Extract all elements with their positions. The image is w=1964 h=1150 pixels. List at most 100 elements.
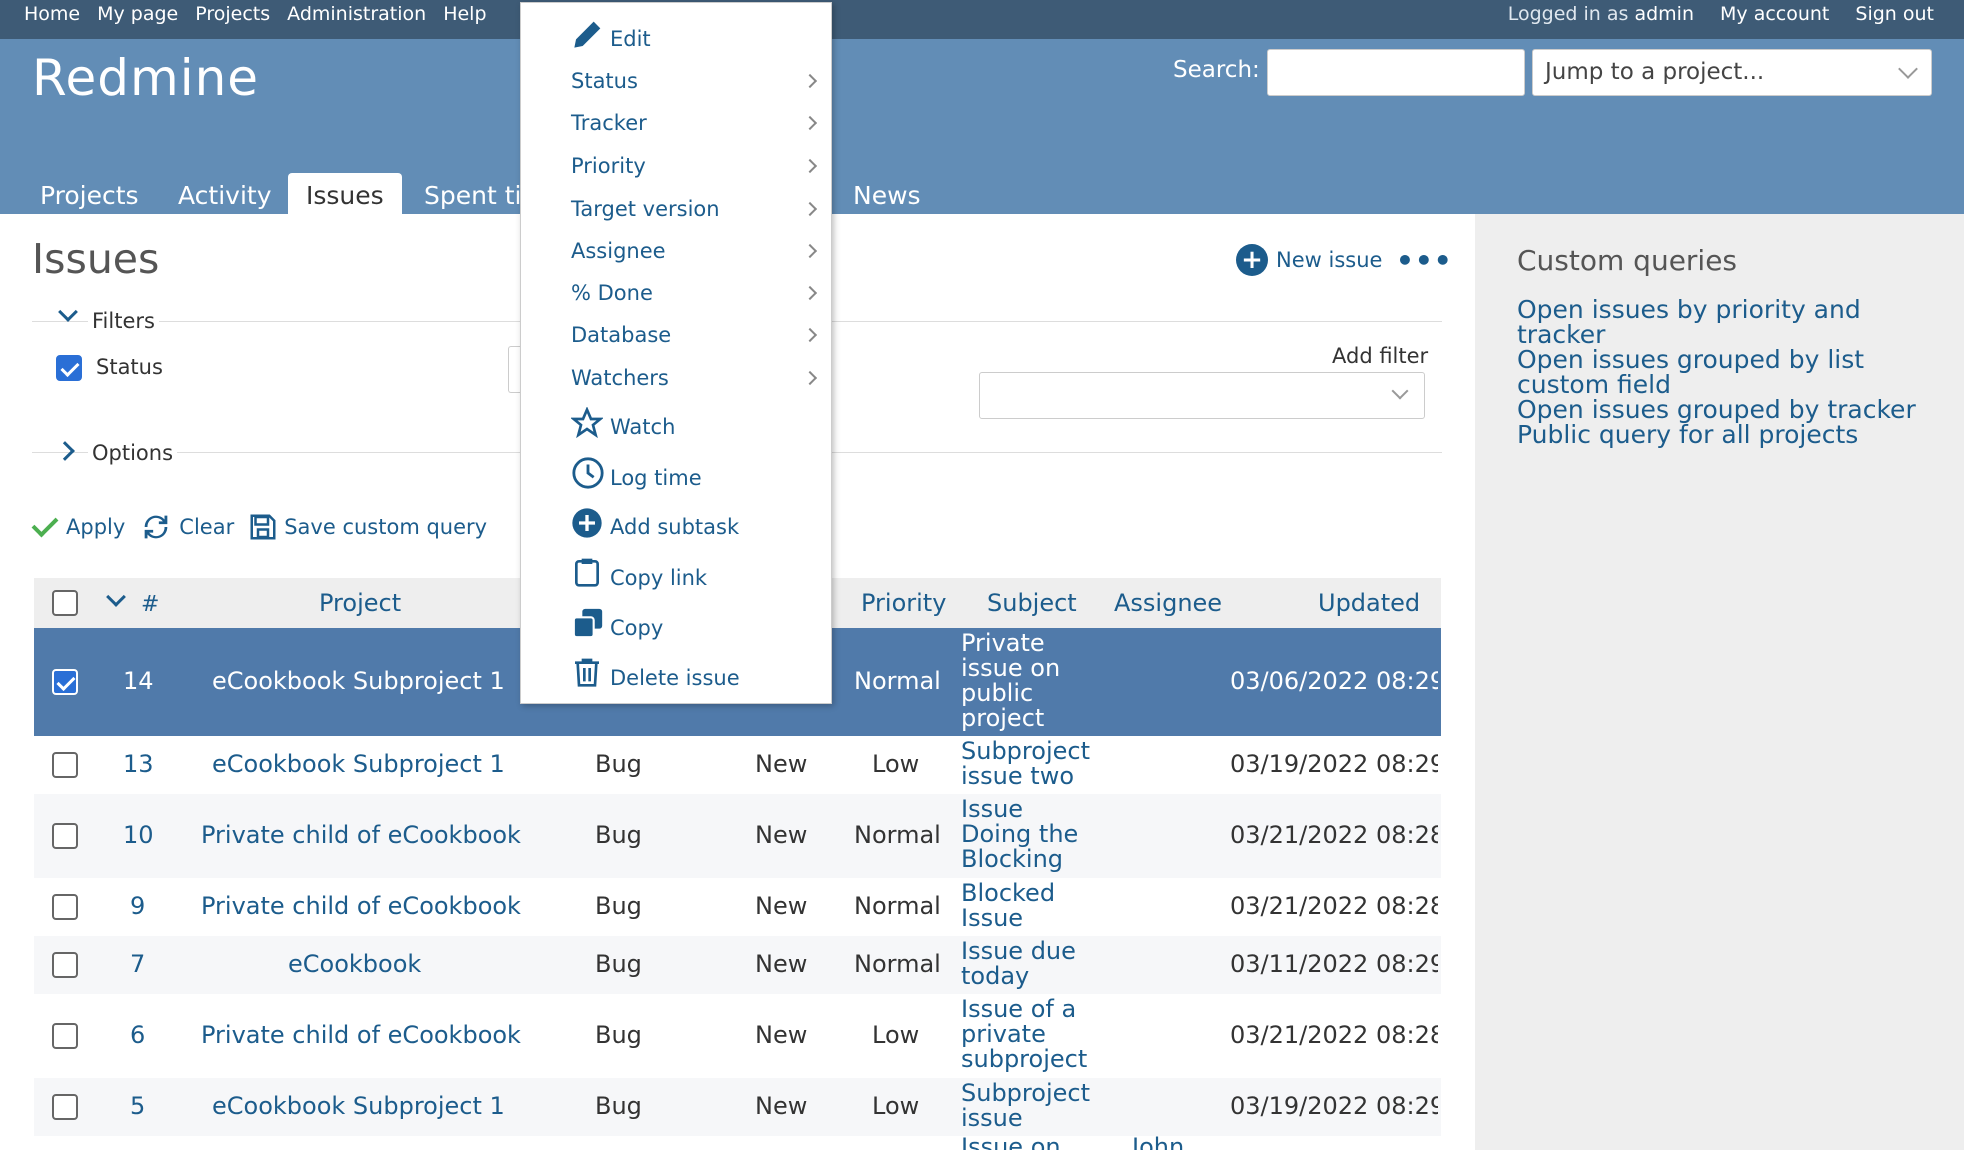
context-menu-delete-issue[interactable]: Delete issue bbox=[610, 666, 740, 690]
table-row[interactable]: Issue on John bbox=[34, 1136, 1441, 1150]
issue-updated: 03/21/2022 08:28 bbox=[1230, 821, 1438, 849]
issue-subject[interactable]: Private issue on public project bbox=[961, 631, 1091, 731]
copy-icon bbox=[572, 608, 603, 639]
context-menu-copy[interactable]: Copy bbox=[610, 616, 663, 640]
options-legend[interactable]: Options bbox=[88, 441, 178, 465]
issue-subject[interactable]: Issue on bbox=[961, 1136, 1061, 1150]
issue-subject[interactable]: Issue Doing the Blocking bbox=[961, 797, 1091, 872]
issue-project[interactable]: eCookbook Subproject 1 bbox=[212, 750, 505, 778]
issue-subject[interactable]: Subproject issue two bbox=[961, 739, 1091, 789]
tab-news[interactable]: News bbox=[835, 173, 939, 214]
context-menu-status[interactable]: Status bbox=[571, 69, 638, 93]
tab-issues[interactable]: Issues bbox=[288, 173, 402, 214]
column-header-assignee[interactable]: Assignee bbox=[1114, 589, 1222, 617]
custom-query-link[interactable]: Open issues by priority and tracker bbox=[1517, 297, 1947, 347]
issue-project[interactable]: eCookbook Subproject 1 bbox=[212, 667, 505, 695]
search-label: Search: bbox=[1173, 57, 1260, 83]
chevron-down-icon[interactable] bbox=[106, 587, 126, 607]
issue-project[interactable]: eCookbook Subproject 1 bbox=[212, 1092, 505, 1120]
table-row[interactable]: 7 eCookbook Bug New Normal Issue due tod… bbox=[34, 936, 1441, 994]
clock-icon bbox=[572, 457, 604, 489]
custom-query-link[interactable]: Public query for all projects bbox=[1517, 422, 1947, 447]
table-row[interactable]: 6 Private child of eCookbook Bug New Low… bbox=[34, 994, 1441, 1078]
context-menu-watch[interactable]: Watch bbox=[610, 415, 675, 439]
row-checkbox[interactable] bbox=[52, 669, 78, 695]
context-menu-target-version[interactable]: Target version bbox=[571, 197, 720, 221]
issue-id[interactable]: 10 bbox=[123, 821, 154, 849]
apply-button[interactable]: Apply bbox=[31, 510, 125, 542]
row-checkbox[interactable] bbox=[52, 752, 78, 778]
issue-tracker: Bug bbox=[595, 892, 642, 920]
tab-projects[interactable]: Projects bbox=[22, 173, 157, 214]
row-checkbox[interactable] bbox=[52, 823, 78, 849]
issue-id[interactable]: 14 bbox=[123, 667, 154, 695]
issue-id[interactable]: 5 bbox=[130, 1092, 145, 1120]
row-checkbox[interactable] bbox=[52, 1094, 78, 1120]
chevron-right-icon[interactable] bbox=[55, 441, 75, 461]
column-header-priority[interactable]: Priority bbox=[861, 589, 946, 617]
column-header-project[interactable]: Project bbox=[319, 589, 401, 617]
context-menu-edit[interactable]: Edit bbox=[610, 27, 651, 51]
top-menu-my-page[interactable]: My page bbox=[97, 3, 178, 25]
issue-project[interactable]: Private child of eCookbook bbox=[201, 892, 521, 920]
issue-project[interactable]: eCookbook bbox=[288, 950, 421, 978]
context-menu-add-subtask[interactable]: Add subtask bbox=[610, 515, 739, 539]
clipboard-icon bbox=[575, 558, 599, 587]
jump-to-project-select[interactable]: Jump to a project... bbox=[1532, 49, 1932, 96]
context-menu-database[interactable]: Database bbox=[571, 323, 671, 347]
top-menu-home[interactable]: Home bbox=[24, 3, 80, 25]
row-checkbox[interactable] bbox=[52, 894, 78, 920]
context-menu-copy-link[interactable]: Copy link bbox=[610, 566, 707, 590]
filters-legend[interactable]: Filters bbox=[88, 309, 159, 333]
save-query-button[interactable]: Save custom query bbox=[248, 512, 487, 542]
top-menu-projects[interactable]: Projects bbox=[195, 3, 270, 25]
add-filter-select[interactable] bbox=[979, 372, 1425, 419]
search-input[interactable] bbox=[1267, 49, 1525, 96]
table-row[interactable]: 9 Private child of eCookbook Bug New Nor… bbox=[34, 878, 1441, 936]
issue-subject[interactable]: Issue due today bbox=[961, 939, 1091, 989]
issue-id[interactable]: 6 bbox=[130, 1021, 145, 1049]
context-menu-tracker[interactable]: Tracker bbox=[571, 111, 647, 135]
issue-assignee[interactable]: John bbox=[1132, 1136, 1184, 1150]
table-row[interactable]: 5 eCookbook Subproject 1 Bug New Low Sub… bbox=[34, 1078, 1441, 1136]
tab-activity[interactable]: Activity bbox=[160, 173, 290, 214]
custom-query-link[interactable]: Open issues grouped by tracker bbox=[1517, 397, 1947, 422]
clear-button[interactable]: Clear bbox=[139, 510, 234, 544]
issue-id[interactable]: 9 bbox=[130, 892, 145, 920]
issue-subject[interactable]: Issue of a private subproject bbox=[961, 997, 1091, 1072]
select-all-checkbox[interactable] bbox=[52, 590, 78, 616]
issue-status: New bbox=[755, 1092, 808, 1120]
user-link[interactable]: admin bbox=[1634, 3, 1694, 25]
issue-subject[interactable]: Subproject issue bbox=[961, 1081, 1091, 1131]
issue-id[interactable]: 7 bbox=[130, 950, 145, 978]
table-row[interactable]: 10 Private child of eCookbook Bug New No… bbox=[34, 794, 1441, 878]
context-menu-done-ratio[interactable]: % Done bbox=[571, 281, 653, 305]
column-header-number[interactable]: # bbox=[141, 592, 159, 617]
issue-tracker: Bug bbox=[595, 1092, 642, 1120]
top-menu-administration[interactable]: Administration bbox=[287, 3, 426, 25]
issue-subject[interactable]: Blocked Issue bbox=[961, 881, 1091, 931]
row-checkbox[interactable] bbox=[52, 952, 78, 978]
context-menu-priority[interactable]: Priority bbox=[571, 154, 646, 178]
issue-priority: Normal bbox=[854, 950, 941, 978]
context-menu-assignee[interactable]: Assignee bbox=[571, 239, 666, 263]
table-row[interactable]: 13 eCookbook Subproject 1 Bug New Low Su… bbox=[34, 736, 1441, 794]
chevron-down-icon[interactable] bbox=[58, 302, 78, 322]
sign-out-link[interactable]: Sign out bbox=[1855, 3, 1934, 25]
column-header-subject[interactable]: Subject bbox=[987, 589, 1077, 617]
column-header-updated[interactable]: Updated bbox=[1318, 589, 1420, 617]
issue-status: New bbox=[755, 750, 808, 778]
custom-query-link[interactable]: Open issues grouped by list custom field bbox=[1517, 347, 1947, 397]
issue-project[interactable]: Private child of eCookbook bbox=[201, 821, 521, 849]
top-menu-help[interactable]: Help bbox=[443, 3, 486, 25]
row-checkbox[interactable] bbox=[52, 1023, 78, 1049]
new-issue-button[interactable]: + New issue bbox=[1236, 244, 1382, 276]
issue-id[interactable]: 13 bbox=[123, 750, 154, 778]
my-account-link[interactable]: My account bbox=[1720, 3, 1829, 25]
star-icon bbox=[571, 407, 603, 439]
more-actions-icon[interactable]: ••• bbox=[1396, 244, 1453, 277]
context-menu-log-time[interactable]: Log time bbox=[610, 466, 702, 490]
issue-project[interactable]: Private child of eCookbook bbox=[201, 1021, 521, 1049]
status-filter-checkbox[interactable] bbox=[56, 355, 82, 381]
context-menu-watchers[interactable]: Watchers bbox=[571, 366, 669, 390]
